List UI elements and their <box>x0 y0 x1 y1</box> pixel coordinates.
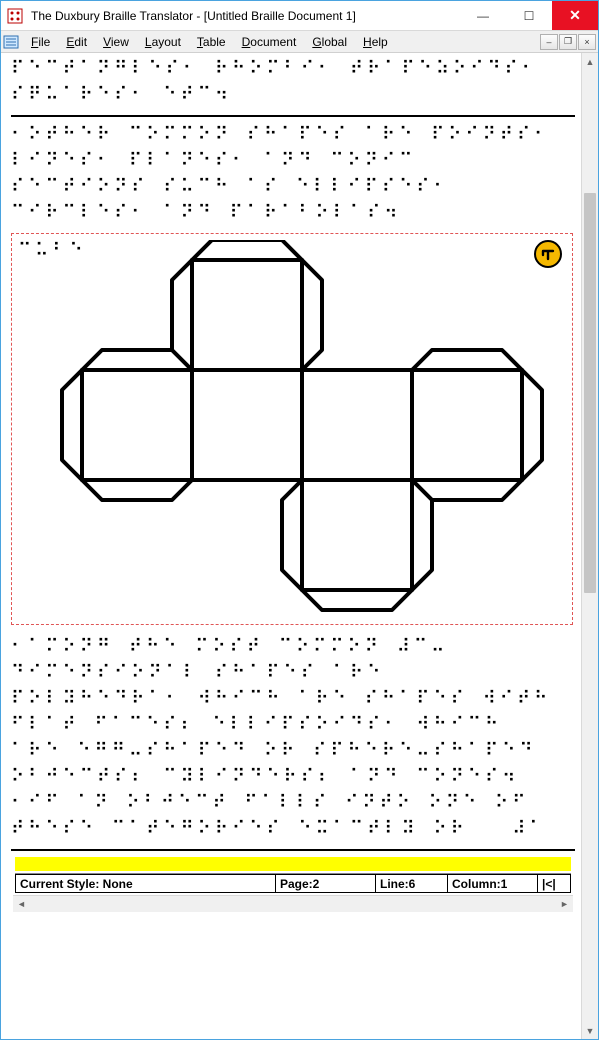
status-line: Line:6 <box>375 874 447 893</box>
titlebar: The Duxbury Braille Translator - [Untitl… <box>1 1 598 31</box>
page-break-marker <box>15 857 571 871</box>
menu-document[interactable]: Document <box>234 35 305 49</box>
menubar: File Edit View Layout Table Document Glo… <box>1 31 598 53</box>
horizontal-scrollbar[interactable]: ◄ ► <box>13 895 573 912</box>
cube-net-graphic <box>52 240 552 620</box>
window-title: The Duxbury Braille Translator - [Untitl… <box>29 9 460 23</box>
close-button[interactable]: ✕ <box>552 1 598 30</box>
scroll-down-icon[interactable]: ▼ <box>582 1022 598 1039</box>
document-icon <box>3 35 19 49</box>
window-controls: — ☐ ✕ <box>460 1 598 30</box>
status-end: |<| <box>537 874 571 893</box>
mdi-close-button[interactable]: × <box>578 34 596 50</box>
menu-file[interactable]: File <box>23 35 58 49</box>
app-icon <box>7 8 23 24</box>
client-area: ⠏⠑⠉⠞⠁⠝⠛⠇⠑⠎⠂ ⠗⠓⠕⠍⠃⠊⠂ ⠞⠗⠁⠏⠑⠵⠕⠊⠙⠎⠂ ⠎⠟⠥⠁⠗⠑⠎⠂… <box>1 53 598 1039</box>
vertical-scrollbar[interactable]: ▲ ▼ <box>581 53 598 1039</box>
braille-text-3: ⠂⠁⠍⠕⠝⠛ ⠞⠓⠑ ⠍⠕⠎⠞ ⠉⠕⠍⠍⠕⠝ ⠼⠉⠤ ⠙⠊⠍⠑⠝⠎⠊⠕⠝⠁⠇ ⠎… <box>11 635 575 843</box>
braille-text-2: ⠂⠕⠞⠓⠑⠗ ⠉⠕⠍⠍⠕⠝ ⠎⠓⠁⠏⠑⠎ ⠁⠗⠑ ⠏⠕⠊⠝⠞⠎⠂ ⠇⠊⠝⠑⠎⠂ … <box>11 123 575 227</box>
scroll-up-icon[interactable]: ▲ <box>582 53 598 70</box>
menu-global[interactable]: Global <box>304 35 355 49</box>
mdi-minimize-button[interactable]: – <box>540 34 558 50</box>
status-page: Page:2 <box>275 874 375 893</box>
status-column: Column:1 <box>447 874 537 893</box>
divider <box>11 115 575 117</box>
scroll-left-icon[interactable]: ◄ <box>13 896 30 912</box>
mdi-controls: – ❐ × <box>539 34 596 50</box>
menu-table[interactable]: Table <box>189 35 234 49</box>
scrollbar-thumb[interactable] <box>584 193 596 593</box>
mdi-restore-button[interactable]: ❐ <box>559 34 577 50</box>
minimize-button[interactable]: — <box>460 1 506 30</box>
menu-layout[interactable]: Layout <box>137 35 189 49</box>
statusbar: Current Style: None Page:2 Line:6 Column… <box>15 873 571 893</box>
document-view[interactable]: ⠏⠑⠉⠞⠁⠝⠛⠇⠑⠎⠂ ⠗⠓⠕⠍⠃⠊⠂ ⠞⠗⠁⠏⠑⠵⠕⠊⠙⠎⠂ ⠎⠟⠥⠁⠗⠑⠎⠂… <box>1 53 581 1039</box>
menu-help[interactable]: Help <box>355 35 396 49</box>
divider-2 <box>11 849 575 851</box>
scroll-right-icon[interactable]: ► <box>556 896 573 912</box>
menu-edit[interactable]: Edit <box>58 35 95 49</box>
maximize-button[interactable]: ☐ <box>506 1 552 30</box>
menu-view[interactable]: View <box>95 35 137 49</box>
braille-text-1: ⠏⠑⠉⠞⠁⠝⠛⠇⠑⠎⠂ ⠗⠓⠕⠍⠃⠊⠂ ⠞⠗⠁⠏⠑⠵⠕⠊⠙⠎⠂ ⠎⠟⠥⠁⠗⠑⠎⠂… <box>11 57 575 109</box>
embedded-graphic-frame[interactable]: ⠉⠥⠃⠑ <box>11 233 573 625</box>
status-style: Current Style: None <box>15 874 275 893</box>
